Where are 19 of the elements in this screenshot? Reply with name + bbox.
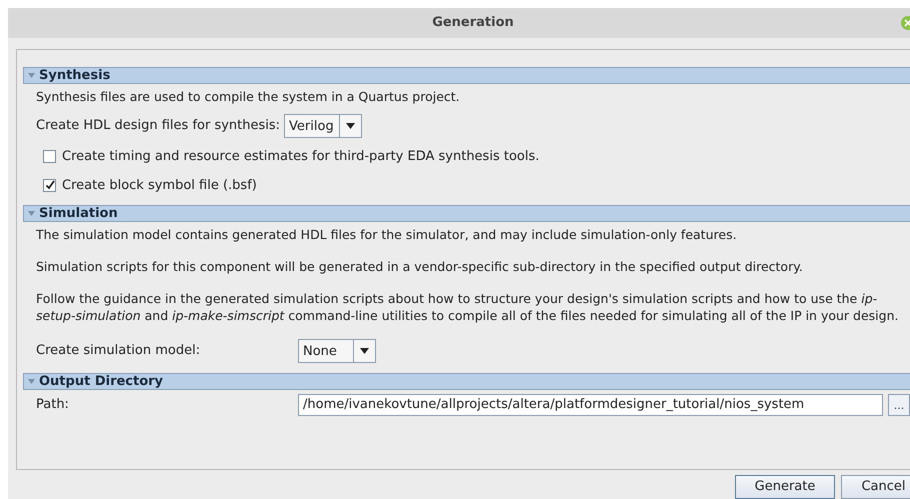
dropdown[interactable]: Verilog: [284, 114, 362, 138]
section-header[interactable]: Output Directory: [23, 373, 910, 390]
field-label: Create simulation model:: [36, 342, 202, 360]
description-text: Synthesis files are used to compile the system in a Quartus project.: [36, 88, 461, 105]
section-header[interactable]: Simulation: [23, 205, 910, 222]
dropdown[interactable]: None: [298, 339, 376, 363]
dialog-button[interactable]: Cancel: [841, 475, 910, 499]
dialog-button[interactable]: Generate: [735, 475, 835, 499]
section-header[interactable]: Synthesis: [23, 67, 910, 84]
description-text: Follow the guidance in the generated simulation scripts about how to structure your design's simulation scripts and how to use the ip-setup-simulation and ip-make-simscript command-line utilities to compile all of the files needed for simulating all of the IP in your design.: [36, 290, 900, 324]
browse-button[interactable]: ...: [888, 394, 910, 416]
checkbox-label: Create block symbol file (.bsf): [62, 176, 257, 194]
field-label: Path:: [36, 396, 70, 414]
path-field[interactable]: /home/ivanekovtune/allprojects/altera/platformdesigner_tutorial/nios_system: [298, 394, 883, 416]
window-title: Generation: [432, 14, 514, 32]
checkbox-label: Create timing and resource estimates for third-party EDA synthesis tools.: [62, 148, 540, 166]
description-text: Simulation scripts for this component will be generated in a vendor-specific sub-directory in the specified output directory.: [36, 258, 804, 275]
field-label: Create HDL design files for synthesis:: [36, 117, 280, 136]
description-text: The simulation model contains generated HDL files for the simulator, and may include simulation-only features.: [36, 226, 738, 243]
